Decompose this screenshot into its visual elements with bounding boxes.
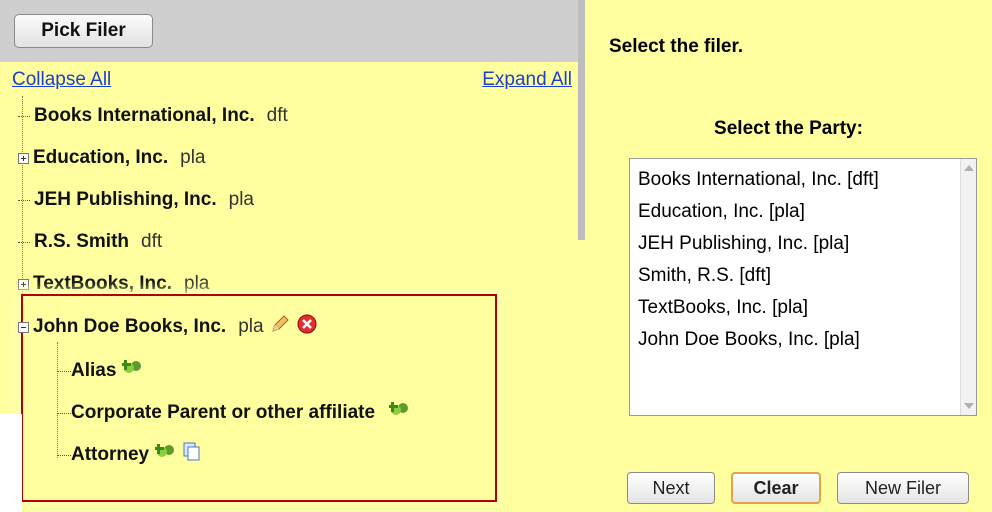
sub-item-attorney[interactable]: Attorney [57,440,201,470]
pick-filer-button[interactable]: Pick Filer [14,14,153,48]
sub-item-corporate-parent[interactable]: Corporate Parent or other affiliate [57,398,411,428]
panel-header: Pick Filer [0,0,584,62]
expand-icon[interactable] [18,278,29,290]
clear-button[interactable]: Clear [731,472,821,504]
party-option[interactable]: Books International, Inc. [dft] [638,169,879,191]
party-name: R.S. Smith [34,231,130,252]
party-role: pla [184,273,210,294]
tree-node[interactable]: R.S. Smith dft [18,227,162,257]
party-role: pla [238,316,264,337]
next-button[interactable]: Next [627,472,715,504]
tree-toolbar: Collapse All Expand All [0,66,578,92]
new-filer-button[interactable]: New Filer [837,472,969,504]
party-listbox[interactable]: Books International, Inc. [dft] Educatio… [629,158,977,416]
party-role: dft [141,231,163,252]
tree-node[interactable]: Books International, Inc. dft [18,101,288,131]
party-role: pla [180,147,206,168]
listbox-scrollbar[interactable] [960,159,976,415]
tree-node[interactable]: Education, Inc. pla [18,143,205,173]
party-role: dft [266,105,288,126]
party-name: Books International, Inc. [34,105,255,126]
party-option[interactable]: TextBooks, Inc. [pla] [638,297,808,319]
expand-icon[interactable] [18,152,29,164]
party-role: pla [228,189,254,210]
collapse-all-link[interactable]: Collapse All [12,69,111,91]
party-list-label: Select the Party: [714,118,863,139]
party-select-panel: Select the filer. Select the Party: Book… [585,0,992,512]
party-name: John Doe Books, Inc. [33,316,227,337]
scroll-up-icon[interactable] [964,165,974,171]
add-party-icon[interactable] [387,400,411,426]
edit-pencil-icon[interactable] [270,314,290,340]
party-name: Education, Inc. [33,147,169,168]
copy-icon[interactable] [183,442,201,468]
delete-icon[interactable] [296,313,318,341]
tree-node-selected[interactable]: John Doe Books, Inc. pla [18,312,318,342]
add-party-icon[interactable] [153,442,177,468]
scroll-down-icon[interactable] [964,403,974,409]
party-name: JEH Publishing, Inc. [34,189,217,210]
party-option[interactable]: Education, Inc. [pla] [638,201,805,223]
tree-node[interactable]: JEH Publishing, Inc. pla [18,185,254,215]
party-name: TextBooks, Inc. [33,273,173,294]
party-option[interactable]: John Doe Books, Inc. [pla] [638,329,860,351]
filer-tree-panel: Pick Filer Collapse All Expand All Books… [0,0,585,512]
party-option[interactable]: JEH Publishing, Inc. [pla] [638,233,849,255]
party-option[interactable]: Smith, R.S. [dft] [638,265,771,287]
sub-item-alias[interactable]: Alias [57,356,144,386]
expand-all-link[interactable]: Expand All [482,69,572,91]
instruction-text: Select the filer. [609,36,744,57]
add-party-icon[interactable] [120,358,144,384]
collapse-icon[interactable] [18,321,29,333]
